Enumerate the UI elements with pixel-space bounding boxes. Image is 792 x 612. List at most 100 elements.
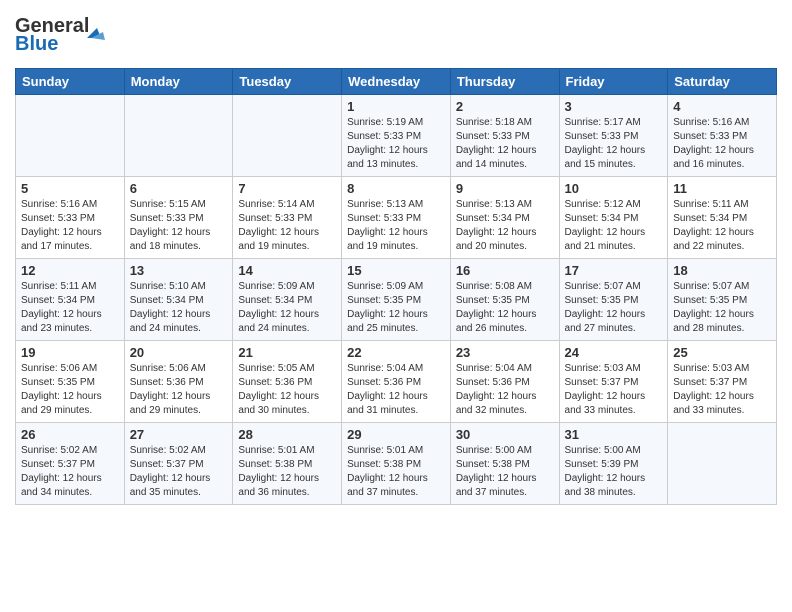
day-number: 22 <box>347 345 445 360</box>
day-detail: Sunrise: 5:08 AM Sunset: 5:35 PM Dayligh… <box>456 280 554 336</box>
day-cell <box>668 423 777 505</box>
day-detail: Sunrise: 5:11 AM Sunset: 5:34 PM Dayligh… <box>673 198 771 254</box>
weekday-header-wednesday: Wednesday <box>342 69 451 95</box>
week-row-2: 5Sunrise: 5:16 AM Sunset: 5:33 PM Daylig… <box>16 177 777 259</box>
day-detail: Sunrise: 5:02 AM Sunset: 5:37 PM Dayligh… <box>130 444 228 500</box>
week-row-4: 19 Sunrise: 5:06 AM Sunset: 5:35 PM Dayli… <box>16 341 777 423</box>
weekday-header-monday: Monday <box>124 69 233 95</box>
day-detail: Sunrise: 5:18 AM Sunset: 5:33 PM Dayligh… <box>456 116 554 172</box>
day-detail: Sunrise: 5:07 AM Sunset: 5:35 PM Dayligh… <box>673 280 771 336</box>
day-detail: Sunrise: 5:07 AM Sunset: 5:35 PM Dayligh… <box>565 280 663 336</box>
day-number: 1 <box>347 99 445 114</box>
day-number: 16 <box>456 263 554 278</box>
day-cell: 9Sunrise: 5:13 AM Sunset: 5:34 PM Daylig… <box>450 177 559 259</box>
weekday-header-tuesday: Tuesday <box>233 69 342 95</box>
day-cell: 4 Sunrise: 5:16 AM Sunset: 5:33 PM Daylig… <box>668 95 777 177</box>
day-number: 24 <box>565 345 663 360</box>
day-cell: 3 Sunrise: 5:17 AM Sunset: 5:33 PM Daylig… <box>559 95 668 177</box>
week-row-3: 12 Sunrise: 5:11 AM Sunset: 5:34 PM Dayli… <box>16 259 777 341</box>
day-cell: 18Sunrise: 5:07 AM Sunset: 5:35 PM Dayli… <box>668 259 777 341</box>
day-detail: Sunrise: 5:17 AM Sunset: 5:33 PM Dayligh… <box>565 116 663 172</box>
weekday-row: SundayMondayTuesdayWednesdayThursdayFrid… <box>16 69 777 95</box>
day-number: 21 <box>238 345 336 360</box>
day-number: 30 <box>456 427 554 442</box>
header: General Blue <box>15 10 777 60</box>
day-detail: Sunrise: 5:14 AM Sunset: 5:33 PM Dayligh… <box>238 198 336 254</box>
day-cell: 30 Sunrise: 5:00 AM Sunset: 5:38 PM Dayli… <box>450 423 559 505</box>
day-detail: Sunrise: 5:04 AM Sunset: 5:36 PM Dayligh… <box>347 362 445 418</box>
day-detail: Sunrise: 5:09 AM Sunset: 5:34 PM Dayligh… <box>238 280 336 336</box>
day-number: 6 <box>130 181 228 196</box>
day-number: 12 <box>21 263 119 278</box>
day-number: 15 <box>347 263 445 278</box>
weekday-header-saturday: Saturday <box>668 69 777 95</box>
day-cell <box>233 95 342 177</box>
calendar-body: 1 Sunrise: 5:19 AM Sunset: 5:33 PM Daylig… <box>16 95 777 505</box>
day-number: 23 <box>456 345 554 360</box>
logo: General Blue <box>15 10 125 60</box>
day-number: 29 <box>347 427 445 442</box>
day-cell: 10 Sunrise: 5:12 AM Sunset: 5:34 PM Dayli… <box>559 177 668 259</box>
day-number: 19 <box>21 345 119 360</box>
day-cell <box>16 95 125 177</box>
day-cell: 13Sunrise: 5:10 AM Sunset: 5:34 PM Dayli… <box>124 259 233 341</box>
day-number: 17 <box>565 263 663 278</box>
day-detail: Sunrise: 5:10 AM Sunset: 5:34 PM Dayligh… <box>130 280 228 336</box>
day-detail: Sunrise: 5:16 AM Sunset: 5:33 PM Dayligh… <box>21 198 119 254</box>
day-detail: Sunrise: 5:12 AM Sunset: 5:34 PM Dayligh… <box>565 198 663 254</box>
day-detail: Sunrise: 5:01 AM Sunset: 5:38 PM Dayligh… <box>238 444 336 500</box>
day-detail: Sunrise: 5:04 AM Sunset: 5:36 PM Dayligh… <box>456 362 554 418</box>
day-cell: 20 Sunrise: 5:06 AM Sunset: 5:36 PM Dayli… <box>124 341 233 423</box>
day-cell: 5Sunrise: 5:16 AM Sunset: 5:33 PM Daylig… <box>16 177 125 259</box>
day-detail: Sunrise: 5:00 AM Sunset: 5:38 PM Dayligh… <box>456 444 554 500</box>
day-detail: Sunrise: 5:11 AM Sunset: 5:34 PM Dayligh… <box>21 280 119 336</box>
weekday-header-friday: Friday <box>559 69 668 95</box>
day-number: 11 <box>673 181 771 196</box>
day-cell: 26Sunrise: 5:02 AM Sunset: 5:37 PM Dayli… <box>16 423 125 505</box>
day-number: 20 <box>130 345 228 360</box>
day-cell: 1 Sunrise: 5:19 AM Sunset: 5:33 PM Daylig… <box>342 95 451 177</box>
day-number: 10 <box>565 181 663 196</box>
day-cell: 11 Sunrise: 5:11 AM Sunset: 5:34 PM Dayli… <box>668 177 777 259</box>
day-detail: Sunrise: 5:19 AM Sunset: 5:33 PM Dayligh… <box>347 116 445 172</box>
day-cell: 19 Sunrise: 5:06 AM Sunset: 5:35 PM Dayli… <box>16 341 125 423</box>
day-cell: 22 Sunrise: 5:04 AM Sunset: 5:36 PM Dayli… <box>342 341 451 423</box>
day-detail: Sunrise: 5:02 AM Sunset: 5:37 PM Dayligh… <box>21 444 119 500</box>
day-cell: 16 Sunrise: 5:08 AM Sunset: 5:35 PM Dayli… <box>450 259 559 341</box>
day-number: 4 <box>673 99 771 114</box>
day-detail: Sunrise: 5:01 AM Sunset: 5:38 PM Dayligh… <box>347 444 445 500</box>
day-number: 3 <box>565 99 663 114</box>
day-number: 27 <box>130 427 228 442</box>
day-cell: 31Sunrise: 5:00 AM Sunset: 5:39 PM Dayli… <box>559 423 668 505</box>
day-cell: 2 Sunrise: 5:18 AM Sunset: 5:33 PM Daylig… <box>450 95 559 177</box>
day-cell: 17 Sunrise: 5:07 AM Sunset: 5:35 PM Dayli… <box>559 259 668 341</box>
weekday-header-sunday: Sunday <box>16 69 125 95</box>
day-number: 8 <box>347 181 445 196</box>
day-detail: Sunrise: 5:16 AM Sunset: 5:33 PM Dayligh… <box>673 116 771 172</box>
day-cell: 15Sunrise: 5:09 AM Sunset: 5:35 PM Dayli… <box>342 259 451 341</box>
day-cell: 25Sunrise: 5:03 AM Sunset: 5:37 PM Dayli… <box>668 341 777 423</box>
day-detail: Sunrise: 5:05 AM Sunset: 5:36 PM Dayligh… <box>238 362 336 418</box>
day-cell: 21 Sunrise: 5:05 AM Sunset: 5:36 PM Dayli… <box>233 341 342 423</box>
week-row-5: 26Sunrise: 5:02 AM Sunset: 5:37 PM Dayli… <box>16 423 777 505</box>
day-number: 28 <box>238 427 336 442</box>
day-number: 14 <box>238 263 336 278</box>
day-cell: 14 Sunrise: 5:09 AM Sunset: 5:34 PM Dayli… <box>233 259 342 341</box>
day-cell: 28 Sunrise: 5:01 AM Sunset: 5:38 PM Dayli… <box>233 423 342 505</box>
day-detail: Sunrise: 5:03 AM Sunset: 5:37 PM Dayligh… <box>673 362 771 418</box>
day-detail: Sunrise: 5:15 AM Sunset: 5:33 PM Dayligh… <box>130 198 228 254</box>
day-number: 2 <box>456 99 554 114</box>
logo-text: General Blue <box>15 10 125 60</box>
calendar-table: SundayMondayTuesdayWednesdayThursdayFrid… <box>15 68 777 505</box>
day-cell: 24Sunrise: 5:03 AM Sunset: 5:37 PM Dayli… <box>559 341 668 423</box>
day-cell: 8Sunrise: 5:13 AM Sunset: 5:33 PM Daylig… <box>342 177 451 259</box>
day-cell: 7 Sunrise: 5:14 AM Sunset: 5:33 PM Daylig… <box>233 177 342 259</box>
day-detail: Sunrise: 5:06 AM Sunset: 5:35 PM Dayligh… <box>21 362 119 418</box>
week-row-1: 1 Sunrise: 5:19 AM Sunset: 5:33 PM Daylig… <box>16 95 777 177</box>
day-number: 9 <box>456 181 554 196</box>
day-cell: 23 Sunrise: 5:04 AM Sunset: 5:36 PM Dayli… <box>450 341 559 423</box>
day-detail: Sunrise: 5:06 AM Sunset: 5:36 PM Dayligh… <box>130 362 228 418</box>
calendar-header: SundayMondayTuesdayWednesdayThursdayFrid… <box>16 69 777 95</box>
calendar-container: General Blue SundayMondayTuesdayWednesda… <box>0 0 792 515</box>
day-number: 7 <box>238 181 336 196</box>
